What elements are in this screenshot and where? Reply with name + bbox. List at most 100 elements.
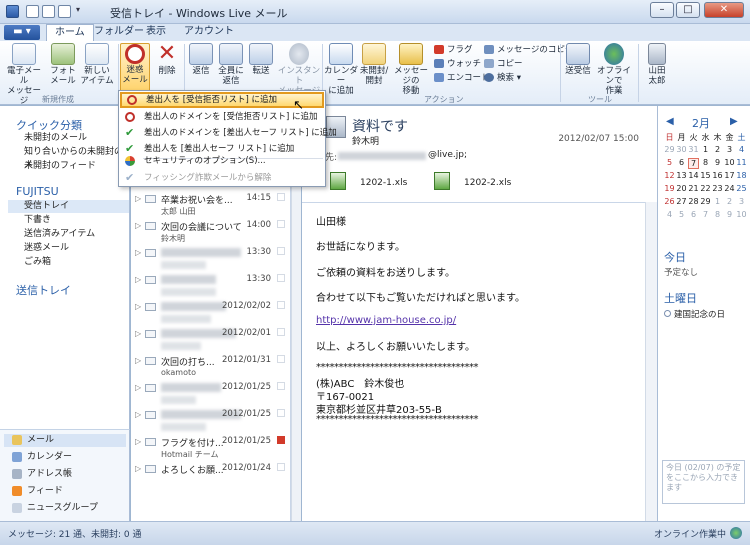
calendar-day[interactable]: 28 <box>688 197 699 206</box>
expand-arrow-icon[interactable]: ▷ <box>135 275 141 284</box>
work-offline-button[interactable]: オフラインで 作業 <box>594 43 634 96</box>
quick-view-unread-feeds[interactable]: 未開封のフィード <box>24 160 96 173</box>
flag-icon[interactable] <box>277 463 285 471</box>
file-menu-button[interactable]: ▬ ▾ <box>4 25 40 40</box>
calendar-day[interactable]: 5 <box>676 210 687 219</box>
folder-inbox[interactable]: 受信トレイ <box>8 200 129 213</box>
expand-arrow-icon[interactable]: ▷ <box>135 302 141 311</box>
message-row[interactable]: ▷ フラグを付け... Hotmail チーム 2012/01/25 <box>131 435 290 462</box>
folder-drafts[interactable]: 下書き <box>24 214 51 227</box>
message-row[interactable]: ▷ よろしくお願... 2012/01/24 <box>131 462 290 489</box>
tab-account[interactable]: アカウント <box>176 24 242 41</box>
calendar-day[interactable]: 9 <box>712 158 723 167</box>
calendar-day[interactable]: 2 <box>724 197 735 206</box>
quick-views-header[interactable]: クイック分類 <box>16 117 82 133</box>
message-row[interactable]: ▷ 2012/01/25 <box>131 408 290 435</box>
calendar-day[interactable]: 23 <box>712 184 723 193</box>
tab-view[interactable]: 表示 <box>138 24 174 41</box>
calendar-day[interactable]: 8 <box>700 158 711 167</box>
calendar-day[interactable]: 6 <box>688 210 699 219</box>
expand-arrow-icon[interactable]: ▷ <box>135 383 141 392</box>
holiday-event[interactable]: 建国記念の日 <box>664 308 725 320</box>
calendar-day[interactable]: 11 <box>736 158 747 167</box>
photo-email-button[interactable]: フォト メール <box>48 43 78 86</box>
flag-icon[interactable] <box>277 301 285 309</box>
module-feeds[interactable]: フィード <box>12 485 63 498</box>
flag-icon[interactable] <box>277 274 285 282</box>
message-row[interactable]: ▷ 卒業お祝い会を... 太郎 山田 14:15 <box>131 192 290 219</box>
expand-arrow-icon[interactable]: ▷ <box>135 356 141 365</box>
calendar-day[interactable]: 30 <box>676 145 687 154</box>
calendar-day[interactable]: 20 <box>676 184 687 193</box>
calendar-day[interactable]: 4 <box>736 145 747 154</box>
app-icon[interactable] <box>6 5 19 18</box>
message-row[interactable]: ▷ 次回の会議について 鈴木明 14:00 <box>131 219 290 246</box>
flag-button[interactable]: フラグ <box>434 44 473 56</box>
expand-arrow-icon[interactable]: ▷ <box>135 437 141 446</box>
calendar-day[interactable]: 8 <box>712 210 723 219</box>
calendar-day[interactable]: 7 <box>688 158 699 169</box>
forward-button[interactable]: 転送 <box>248 43 274 76</box>
copy-button[interactable]: コピー <box>484 58 523 70</box>
calendar-day[interactable]: 17 <box>724 171 735 180</box>
calendar-day[interactable]: 5 <box>664 158 675 167</box>
maximize-button[interactable]: □ <box>676 2 700 18</box>
attachment-2[interactable]: 1202-2.xls <box>464 178 511 188</box>
minimize-button[interactable]: – <box>650 2 674 18</box>
calendar-day[interactable]: 3 <box>736 197 747 206</box>
watch-button[interactable]: ウォッチ <box>434 58 481 70</box>
module-newsgroups[interactable]: ニュースグループ <box>12 502 98 515</box>
body-link[interactable]: http://www.jam-house.co.jp/ <box>316 315 456 326</box>
reply-button[interactable]: 返信 <box>188 43 214 76</box>
calendar-day[interactable]: 4 <box>664 210 675 219</box>
calendar-day[interactable]: 16 <box>712 171 723 180</box>
calendar-day[interactable]: 29 <box>700 197 711 206</box>
menu-unmark-phishing[interactable]: ✔ フィッシング詐欺メールから解除 <box>120 170 324 186</box>
module-contacts[interactable]: アドレス帳 <box>12 468 72 481</box>
calendar-day[interactable]: 3 <box>724 145 735 154</box>
reply-all-qat-icon[interactable] <box>58 5 71 18</box>
calendar-day[interactable]: 29 <box>664 145 675 154</box>
encode-button[interactable]: エンコード <box>434 72 490 84</box>
flag-icon[interactable] <box>277 382 285 390</box>
calendar-day[interactable]: 2 <box>712 145 723 154</box>
expand-arrow-icon[interactable]: ▷ <box>135 194 141 203</box>
attachment-1[interactable]: 1202-1.xls <box>360 178 407 188</box>
account-header[interactable]: FUJITSU <box>16 185 59 198</box>
qat-dropdown-icon[interactable]: ▾ <box>76 5 89 18</box>
reply-all-button[interactable]: 全員に 返信 <box>216 43 246 86</box>
quick-add-event-input[interactable]: 今日 (02/07) の予定をここから入力できます <box>662 460 745 504</box>
calendar-prev-icon[interactable]: ◀ <box>666 116 674 127</box>
expand-arrow-icon[interactable]: ▷ <box>135 464 141 473</box>
reading-pane-scrollbar[interactable] <box>645 202 657 521</box>
add-to-calendar-button[interactable]: カレンダー に追加 <box>324 43 358 96</box>
new-email-button[interactable]: 電子メール メッセージ <box>4 43 44 106</box>
module-mail[interactable]: メール <box>4 434 126 447</box>
flag-icon[interactable] <box>277 193 285 201</box>
calendar-day[interactable]: 18 <box>736 171 747 180</box>
calendar-day[interactable]: 24 <box>724 184 735 193</box>
menu-safe-domain[interactable]: ✔ 差出人のドメインを [差出人セーフ リスト] に追加 <box>120 125 337 141</box>
calendar-day[interactable]: 10 <box>724 158 735 167</box>
delete-button[interactable]: ✕ 削除 <box>154 43 180 77</box>
new-message-qat-icon[interactable] <box>26 5 39 18</box>
expand-arrow-icon[interactable]: ▷ <box>135 248 141 257</box>
flag-icon[interactable] <box>277 247 285 255</box>
calendar-day[interactable]: 27 <box>676 197 687 206</box>
message-row[interactable]: ▷ 2012/01/25 <box>131 381 290 408</box>
calendar-day[interactable]: 15 <box>700 171 711 180</box>
folder-sent[interactable]: 送信済みアイテム <box>24 228 95 241</box>
quick-view-unread-email[interactable]: 未開封のメール <box>24 132 87 145</box>
calendar-day[interactable]: 31 <box>688 145 699 154</box>
message-row[interactable]: ▷ 2012/02/01 <box>131 327 290 354</box>
calendar-day[interactable]: 12 <box>664 171 675 180</box>
flag-icon[interactable] <box>277 220 285 228</box>
message-sender[interactable]: 鈴木明 <box>352 134 379 147</box>
send-receive-button[interactable]: 送受信 <box>564 43 592 76</box>
new-item-button[interactable]: 新しい アイテム <box>80 43 114 86</box>
module-calendar[interactable]: カレンダー <box>12 451 72 464</box>
calendar-day[interactable]: 1 <box>700 145 711 154</box>
online-globe-icon[interactable] <box>730 527 742 539</box>
calendar-day[interactable]: 26 <box>664 197 675 206</box>
flag-icon[interactable] <box>277 409 285 417</box>
